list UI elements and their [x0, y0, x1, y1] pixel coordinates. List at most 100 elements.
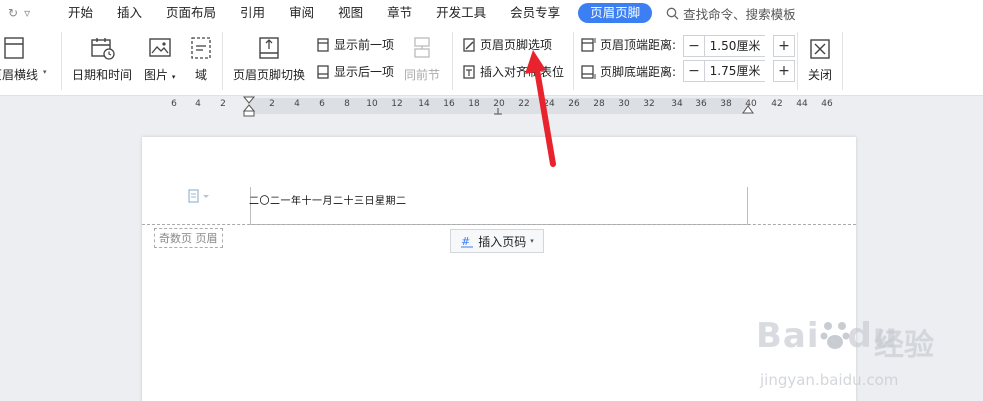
ruler-tick: 44 [796, 99, 808, 109]
ruler-tick: 42 [771, 99, 783, 109]
header-top-distance-label: 页眉顶端距离: [600, 38, 677, 52]
insert-page-number-button[interactable]: # 插入页码 ▾ [450, 229, 544, 253]
date-time-button[interactable]: 日期和时间 [72, 36, 132, 83]
ruler-tick: 34 [671, 99, 683, 109]
ruler-tick: 32 [643, 99, 655, 109]
ruler-tick: 30 [618, 99, 630, 109]
ruler-tick: 16 [443, 99, 455, 109]
show-previous-button[interactable]: 显示前一项 [316, 36, 394, 53]
document-layout-icon[interactable] [188, 189, 210, 207]
header-distance-decrease[interactable]: − [683, 35, 705, 57]
field-label: 域 [194, 68, 207, 82]
odd-page-header-label: 奇数页 页眉 [154, 228, 223, 248]
ruler-tick: 2 [220, 99, 226, 109]
indent-marker-icon[interactable] [243, 96, 255, 118]
show-previous-label: 显示前一项 [334, 38, 395, 52]
footer-bottom-distance-label: 页脚底端距离: [600, 65, 677, 79]
show-next-button[interactable]: 显示后一项 [316, 63, 394, 80]
header-line-label: 页眉横线 [0, 68, 39, 82]
header-line-icon [4, 37, 24, 59]
horizontal-ruler[interactable]: 6 4 2 2 4 6 8 10 12 14 16 18 20 22 24 26… [0, 96, 983, 118]
menu-header-footer[interactable]: 页眉页脚 [578, 3, 653, 23]
calendar-clock-icon [91, 38, 115, 60]
header-distance-icon [581, 37, 596, 52]
menu-view[interactable]: 视图 [326, 0, 375, 26]
customize-dropdown-icon[interactable]: ▿ [24, 6, 30, 20]
footer-distance-increase[interactable]: + [773, 60, 795, 82]
page-number-icon: # [461, 235, 474, 248]
menu-review[interactable]: 审阅 [277, 0, 326, 26]
menu-references[interactable]: 引用 [228, 0, 277, 26]
redo-icon[interactable]: ↻ [8, 6, 18, 20]
dropdown-arrow-icon: ▾ [43, 68, 47, 76]
ruler-tick: 38 [720, 99, 732, 109]
show-previous-icon [317, 37, 329, 52]
ruler-tick: 8 [344, 99, 350, 109]
ruler-tick: 10 [366, 99, 378, 109]
ruler-tick: 2 [269, 99, 275, 109]
options-edit-icon [463, 37, 475, 52]
header-footer-switch-button[interactable]: 页眉页脚切换 [233, 36, 305, 83]
show-next-icon [317, 64, 329, 79]
header-distance-input[interactable]: 1.50厘米 [705, 35, 765, 57]
menu-member[interactable]: 会员专享 [498, 0, 572, 26]
ruler-tick: 4 [195, 99, 201, 109]
menu-section[interactable]: 章节 [375, 0, 424, 26]
paw-icon [820, 322, 850, 349]
date-time-label: 日期和时间 [72, 68, 133, 82]
watermark-cn-text: 经验 [874, 328, 934, 363]
show-next-label: 显示后一项 [334, 65, 395, 79]
link-previous-icon [414, 37, 430, 58]
picture-button[interactable]: 图片 ▾ [144, 36, 175, 83]
watermark-url-text: jingyan.baidu.com [760, 371, 899, 389]
picture-label: 图片 ▾ [144, 68, 176, 82]
footer-distance-input[interactable]: 1.75厘米 [705, 60, 765, 82]
menu-home[interactable]: 开始 [56, 0, 105, 26]
dropdown-arrow-icon: ▾ [530, 237, 534, 245]
field-icon [191, 37, 211, 59]
ruler-tick: 36 [695, 99, 707, 109]
insert-page-number-label: 插入页码 [478, 234, 527, 249]
ruler-tick: 18 [468, 99, 480, 109]
menu-insert[interactable]: 插入 [105, 0, 154, 26]
tab-stop-icon[interactable] [493, 108, 503, 116]
search-placeholder: 查找命令、搜索模板 [683, 6, 796, 22]
header-top-distance: 页眉顶端距离: [580, 36, 676, 53]
close-header-footer-button[interactable]: 关闭 [808, 38, 832, 83]
dropdown-arrow-icon: ▾ [171, 73, 176, 81]
footer-bottom-distance: 页脚底端距离: [580, 63, 676, 80]
menu-page-layout[interactable]: 页面布局 [154, 0, 228, 26]
switch-label: 页眉页脚切换 [233, 68, 306, 82]
close-icon [810, 39, 830, 59]
footer-distance-stepper: − 1.75厘米 + [683, 60, 795, 82]
header-distance-stepper: − 1.50厘米 + [683, 35, 795, 57]
field-button[interactable]: 域 [190, 36, 212, 83]
menu-developer[interactable]: 开发工具 [424, 0, 498, 26]
ruler-tick: 6 [171, 99, 177, 109]
header-line-button[interactable]: 页眉横线 [0, 36, 38, 83]
annotation-arrow-icon [525, 50, 556, 167]
same-as-previous-label: 同前节 [404, 68, 441, 82]
command-search[interactable]: 查找命令、搜索模板 [666, 4, 796, 23]
close-label: 关闭 [808, 68, 833, 82]
header-date-text[interactable]: 二〇二一年十一月二十三日星期二 [249, 192, 407, 207]
ruler-tick: 4 [294, 99, 300, 109]
ruler-tick: 6 [319, 99, 325, 109]
align-tab-icon [463, 64, 475, 79]
right-indent-marker-icon[interactable] [742, 104, 754, 116]
quick-access: ↻ ▿ [0, 6, 56, 20]
ruler-tick: 46 [821, 99, 833, 109]
header-distance-increase[interactable]: + [773, 35, 795, 57]
ruler-tick: 14 [418, 99, 430, 109]
document-page[interactable]: 二〇二一年十一月二十三日星期二 奇数页 页眉 # 插入页码 ▾ [142, 137, 856, 401]
ruler-tick: 12 [391, 99, 403, 109]
search-icon [666, 7, 679, 19]
same-as-previous-button[interactable]: 同前节 [404, 36, 440, 83]
footer-distance-icon [581, 64, 596, 79]
baidu-jingyan-watermark: Bai du 经验 jingyan.baidu.com [756, 316, 983, 401]
header-boundary-line [142, 224, 856, 225]
picture-icon [148, 38, 171, 57]
footer-distance-decrease[interactable]: − [683, 60, 705, 82]
svg-text:#: # [461, 235, 470, 248]
ribbon: 页眉横线 ▾ 日期和时间 图片 ▾ 域 页眉页脚切换 显示前一项 显示后一项 同… [0, 26, 983, 96]
